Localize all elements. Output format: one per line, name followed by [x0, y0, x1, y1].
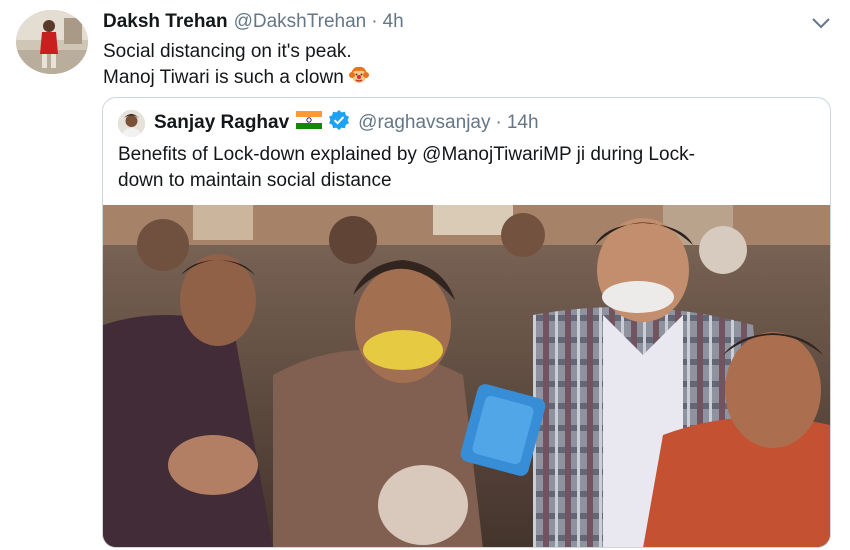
author-avatar[interactable] — [16, 10, 88, 74]
quoted-author-name[interactable]: Sanjay Raghav — [154, 112, 289, 134]
quoted-author-handle[interactable]: @raghavsanjay — [358, 112, 490, 134]
quoted-tweet-time[interactable]: 14h — [507, 112, 539, 134]
tweet: Daksh Trehan @DakshTrehan · 4h Social di… — [0, 0, 850, 550]
quoted-tweet-header: Sanjay Raghav @raghavsanjay · 14h — [118, 109, 539, 137]
tweet-text-content: Manoj Tiwari is such a clown — [103, 67, 344, 88]
clown-woman-emoji-icon — [348, 64, 370, 93]
author-name[interactable]: Daksh Trehan — [103, 11, 228, 33]
tweet-text: Social distancing on it's peak. Manoj Ti… — [103, 40, 370, 93]
chevron-down-icon[interactable] — [810, 14, 832, 32]
tweet-text-line: Manoj Tiwari is such a clown — [103, 64, 370, 93]
quoted-tweet[interactable]: Sanjay Raghav @raghavsanjay · 14h Benefi… — [102, 97, 831, 548]
tweet-text-content: Social distancing on it's peak. — [103, 41, 352, 62]
separator-dot: · — [371, 11, 378, 32]
tweet-text-line: Social distancing on it's peak. — [103, 40, 370, 64]
quoted-text-line: down to maintain social distance — [118, 170, 392, 191]
author-handle[interactable]: @DakshTrehan — [234, 11, 367, 33]
tweet-header: Daksh Trehan @DakshTrehan · 4h — [103, 11, 404, 37]
tweet-time[interactable]: 4h — [383, 11, 404, 33]
india-flag-icon — [296, 111, 323, 135]
crowd-video-thumbnail[interactable] — [103, 205, 830, 547]
quoted-tweet-text: Benefits of Lock-down explained by @Mano… — [118, 142, 808, 194]
separator-dot: · — [495, 112, 502, 133]
quoted-text-line: Benefits of Lock-down explained by @Mano… — [118, 144, 695, 165]
quoted-author-avatar[interactable] — [118, 109, 145, 137]
verified-badge-icon — [328, 109, 350, 137]
